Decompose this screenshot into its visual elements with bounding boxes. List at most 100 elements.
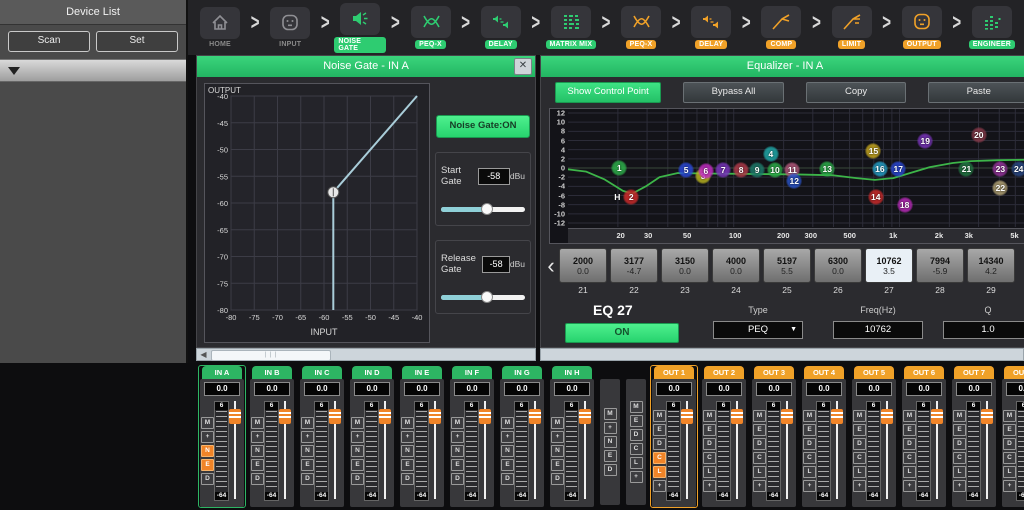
channel-gain-value[interactable]: 0.0: [454, 382, 490, 396]
channel-button-l[interactable]: L: [903, 466, 916, 478]
channel-gain-value[interactable]: 0.0: [304, 382, 340, 396]
band-cell-28[interactable]: 7994-5.928: [916, 248, 964, 298]
fader-track[interactable]: [681, 399, 693, 501]
channel-button-+[interactable]: +: [653, 480, 666, 492]
channel-button-n[interactable]: N: [451, 445, 464, 457]
fader-track[interactable]: [279, 399, 291, 501]
channel-button-d[interactable]: D: [853, 438, 866, 450]
channel-button-e[interactable]: E: [853, 424, 866, 436]
channel-button-e[interactable]: E: [653, 424, 666, 436]
channel-button-e[interactable]: E: [351, 459, 364, 471]
fader-handle[interactable]: [731, 409, 743, 424]
channel-button-c[interactable]: C: [703, 452, 716, 464]
eq-control-point-5[interactable]: 5: [678, 162, 694, 178]
channel-tab[interactable]: IN C: [302, 366, 342, 379]
output-master-button-d[interactable]: D: [630, 429, 643, 441]
channel-button-l[interactable]: L: [753, 466, 766, 478]
band-cell-29[interactable]: 143404.229: [967, 248, 1015, 298]
eq-control-point-17[interactable]: 17: [890, 161, 906, 177]
channel-button-l[interactable]: L: [653, 466, 666, 478]
channel-tab[interactable]: OUT 2: [704, 366, 744, 379]
eq-control-point-9[interactable]: 9: [749, 162, 765, 178]
channel-button-d[interactable]: D: [551, 473, 564, 485]
eq-control-point-20[interactable]: 20: [971, 127, 987, 143]
fader-handle[interactable]: [529, 409, 541, 424]
channel-tab[interactable]: IN E: [402, 366, 442, 379]
channel-gain-value[interactable]: 0.0: [956, 382, 992, 396]
channel-button-n[interactable]: N: [201, 445, 214, 457]
channel-tab[interactable]: IN F: [452, 366, 492, 379]
channel-tab[interactable]: OUT 4: [804, 366, 844, 379]
fader-handle[interactable]: [881, 409, 893, 424]
channel-button-+[interactable]: +: [753, 480, 766, 492]
fader-track[interactable]: [329, 399, 341, 501]
channel-button-n[interactable]: N: [551, 445, 564, 457]
channel-button-m[interactable]: M: [301, 417, 314, 429]
channel-button-d[interactable]: D: [401, 473, 414, 485]
fader-handle[interactable]: [379, 409, 391, 424]
channel-button-l[interactable]: L: [1003, 466, 1016, 478]
start-gate-slider-handle[interactable]: [481, 203, 493, 215]
eq-window-hscrollbar[interactable]: [540, 348, 1024, 361]
channel-gain-value[interactable]: 0.0: [706, 382, 742, 396]
eq-band-on-button[interactable]: ON: [565, 323, 679, 343]
channel-tab[interactable]: OUT 7: [954, 366, 994, 379]
channel-button-e[interactable]: E: [401, 459, 414, 471]
device-dropdown[interactable]: [0, 59, 186, 82]
show-control-point-button[interactable]: Show Control Point: [555, 82, 661, 103]
channel-button-e[interactable]: E: [551, 459, 564, 471]
toolbar-item-peq-x[interactable]: PEQ-X: [615, 6, 667, 49]
fader-track[interactable]: [479, 399, 491, 501]
channel-button-l[interactable]: L: [703, 466, 716, 478]
toolbar-item-input[interactable]: INPUT: [264, 7, 316, 48]
channel-button-e[interactable]: E: [301, 459, 314, 471]
channel-button-+[interactable]: +: [401, 431, 414, 443]
channel-button-c[interactable]: C: [653, 452, 666, 464]
eq-control-point-12[interactable]: 12: [786, 173, 802, 189]
fader-handle[interactable]: [981, 409, 993, 424]
input-master-button-+[interactable]: +: [604, 422, 617, 434]
close-icon[interactable]: ✕: [514, 58, 532, 75]
toolbar-item-peq-x[interactable]: PEQ-X: [405, 6, 457, 49]
channel-button-+[interactable]: +: [853, 480, 866, 492]
fader-track[interactable]: [229, 399, 241, 501]
fader-handle[interactable]: [831, 409, 843, 424]
fader-track[interactable]: [981, 399, 993, 501]
output-master-button-c[interactable]: C: [630, 443, 643, 455]
channel-button-m[interactable]: M: [703, 410, 716, 422]
channel-tab[interactable]: IN H: [552, 366, 592, 379]
freq-field[interactable]: 10762: [833, 321, 923, 339]
toolbar-item-home[interactable]: HOME: [194, 7, 246, 48]
channel-gain-value[interactable]: 0.0: [504, 382, 540, 396]
noise-gate-power-button[interactable]: Noise Gate:ON: [436, 115, 530, 138]
channel-button-d[interactable]: D: [703, 438, 716, 450]
fader-handle[interactable]: [329, 409, 341, 424]
eq-control-point-10[interactable]: 10: [767, 162, 783, 178]
channel-button-d[interactable]: D: [451, 473, 464, 485]
channel-button-e[interactable]: E: [251, 459, 264, 471]
channel-tab[interactable]: OUT 8: [1004, 366, 1024, 379]
fader-handle[interactable]: [229, 409, 241, 424]
channel-button-m[interactable]: M: [903, 410, 916, 422]
channel-button-e[interactable]: E: [201, 459, 214, 471]
channel-button-d[interactable]: D: [953, 438, 966, 450]
q-field[interactable]: 1.0: [943, 321, 1024, 339]
channel-button-e[interactable]: E: [1003, 424, 1016, 436]
fader-track[interactable]: [429, 399, 441, 501]
channel-gain-value[interactable]: 0.0: [806, 382, 842, 396]
channel-button-+[interactable]: +: [351, 431, 364, 443]
channel-tab[interactable]: OUT 1: [654, 366, 694, 379]
channel-tab[interactable]: IN D: [352, 366, 392, 379]
output-master-button-m[interactable]: M: [630, 401, 643, 413]
channel-button-d[interactable]: D: [351, 473, 364, 485]
channel-button-+[interactable]: +: [903, 480, 916, 492]
channel-button-m[interactable]: M: [351, 417, 364, 429]
channel-button-+[interactable]: +: [1003, 480, 1016, 492]
fader-track[interactable]: [831, 399, 843, 501]
input-master-button-m[interactable]: M: [604, 408, 617, 420]
fader-track[interactable]: [881, 399, 893, 501]
type-select[interactable]: PEQ▼: [713, 321, 803, 339]
fader-handle[interactable]: [931, 409, 943, 424]
channel-button-m[interactable]: M: [753, 410, 766, 422]
toolbar-item-noise-gate[interactable]: NOISE GATE: [334, 3, 386, 53]
